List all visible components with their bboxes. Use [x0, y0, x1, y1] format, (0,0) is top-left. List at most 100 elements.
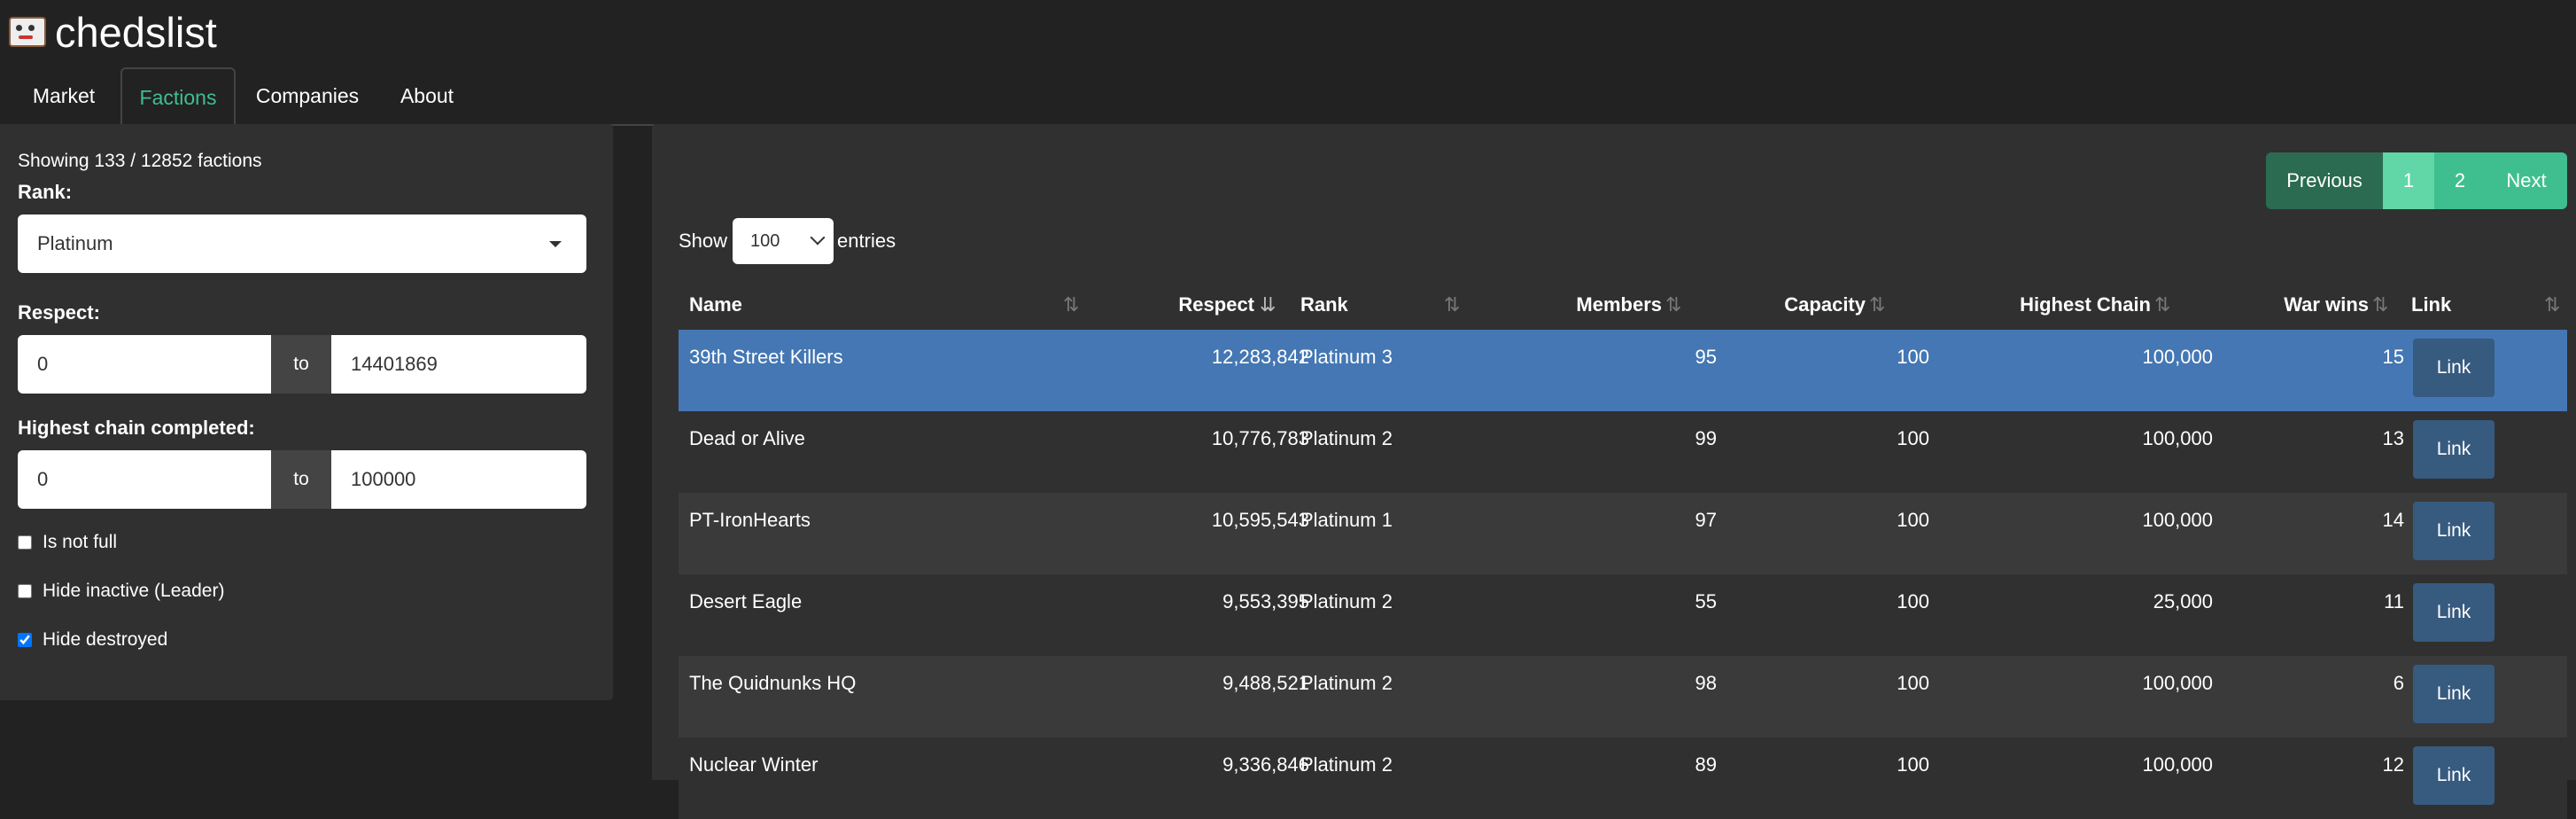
hide-inactive-checkbox[interactable] [18, 584, 32, 598]
nav-tabs: Market Factions Companies About [0, 67, 2576, 126]
hide-destroyed-label: Hide destroyed [43, 629, 168, 650]
tab-about[interactable]: About [383, 67, 471, 124]
cell-highest-chain: 25,000 [2153, 590, 2213, 612]
chevron-down-icon [810, 230, 826, 246]
respect-max-input[interactable] [331, 335, 586, 394]
faction-link-button[interactable]: Link [2413, 583, 2495, 642]
cell-highest-chain: 100,000 [2142, 509, 2213, 531]
cell-members: 55 [1695, 590, 1717, 612]
sort-icon[interactable]: ⇅ [2372, 280, 2388, 330]
previous-page-button[interactable]: Previous [2266, 152, 2383, 209]
sort-icon[interactable]: ⇅ [1665, 280, 1681, 330]
column-header-war-wins[interactable]: War wins [2184, 280, 2369, 330]
rank-select[interactable]: Platinum [18, 214, 586, 273]
cell-respect: 9,553,395 [1222, 590, 1309, 612]
column-header-name[interactable]: Name [689, 280, 742, 330]
hide-destroyed-option[interactable]: Hide destroyed [18, 629, 167, 651]
table-row[interactable]: Nuclear Winter 9,336,846 Platinum 2 89 100 10… [679, 737, 2567, 819]
cell-respect: 9,488,521 [1222, 672, 1309, 694]
page-1-button[interactable]: 1 [2383, 152, 2434, 209]
column-header-members[interactable]: Members [1476, 280, 1662, 330]
cell-war-wins: 11 [2384, 590, 2404, 612]
sort-icon[interactable]: ⇅ [2154, 280, 2170, 330]
cell-respect: 12,283,842 [1211, 346, 1309, 368]
entries-label: entries [837, 230, 896, 252]
respect-label: Respect: [18, 301, 100, 324]
cell-rank: Platinum 2 [1300, 427, 1393, 449]
cell-rank: Platinum 3 [1300, 346, 1393, 368]
cell-rank: Platinum 1 [1300, 509, 1393, 531]
cell-capacity: 100 [1897, 427, 1929, 449]
not-full-option[interactable]: Is not full [18, 532, 117, 553]
column-header-capacity[interactable]: Capacity [1697, 280, 1866, 330]
chain-to-label: to [271, 450, 331, 509]
hide-inactive-label: Hide inactive (Leader) [43, 581, 225, 601]
cell-highest-chain: 100,000 [2142, 427, 2213, 449]
chain-max-input[interactable] [331, 450, 586, 509]
page-2-button[interactable]: 2 [2434, 152, 2486, 209]
cell-rank: Platinum 2 [1300, 590, 1393, 612]
cell-war-wins: 15 [2382, 346, 2404, 368]
faction-link-button[interactable]: Link [2413, 665, 2495, 723]
cell-respect: 10,776,783 [1211, 427, 1309, 449]
chain-range: to [18, 450, 586, 509]
filter-panel [0, 124, 613, 700]
column-header-respect[interactable]: Respect [1095, 280, 1254, 330]
sort-active-icon[interactable]: ⇊ [1260, 280, 1276, 330]
hide-destroyed-checkbox[interactable] [18, 633, 32, 647]
cell-war-wins: 13 [2382, 427, 2404, 449]
brand[interactable]: chedslist [9, 4, 217, 60]
not-full-checkbox[interactable] [18, 535, 32, 550]
column-header-link[interactable]: Link [2411, 280, 2451, 330]
faction-link-button[interactable]: Link [2413, 746, 2495, 805]
chain-min-input[interactable] [18, 450, 271, 509]
cell-capacity: 100 [1897, 346, 1929, 368]
respect-to-label: to [271, 335, 331, 394]
entries-select[interactable]: 100 [733, 218, 834, 264]
cell-rank: Platinum 2 [1300, 753, 1393, 776]
table-row[interactable]: Desert Eagle 9,553,395 Platinum 2 55 100 25,0… [679, 574, 2567, 656]
sort-icon[interactable]: ⇅ [2544, 280, 2560, 330]
faction-link-button[interactable]: Link [2413, 420, 2495, 479]
respect-min-input[interactable] [18, 335, 271, 394]
column-header-highest-chain[interactable]: Highest Chain [1901, 280, 2151, 330]
table-row[interactable]: PT-IronHearts 10,595,543 Platinum 1 97 100 10… [679, 493, 2567, 574]
cell-name: 39th Street Killers [689, 346, 843, 368]
table-row[interactable]: Dead or Alive 10,776,783 Platinum 2 99 100 10… [679, 411, 2567, 493]
cell-name: Desert Eagle [689, 590, 803, 612]
column-header-rank[interactable]: Rank [1300, 280, 1348, 330]
cell-members: 98 [1695, 672, 1717, 694]
entries-control: Show 100 entries [679, 218, 896, 264]
sort-icon[interactable]: ⇅ [1063, 280, 1079, 330]
table-header: Name ⇅ Respect ⇊ Rank ⇅ Members ⇅ Capaci… [679, 280, 2567, 330]
cell-members: 95 [1695, 346, 1717, 368]
sort-icon[interactable]: ⇅ [1869, 280, 1885, 330]
sort-icon[interactable]: ⇅ [1444, 280, 1460, 330]
faction-link-button[interactable]: Link [2413, 339, 2495, 397]
cell-members: 89 [1695, 753, 1717, 776]
cell-name: Nuclear Winter [689, 753, 819, 776]
cell-members: 99 [1695, 427, 1717, 449]
rank-label: Rank: [18, 181, 73, 203]
cell-rank: Platinum 2 [1300, 672, 1393, 694]
cell-highest-chain: 100,000 [2142, 672, 2213, 694]
table-row[interactable]: 39th Street Killers 12,283,842 Platinum 3 9… [679, 330, 2567, 411]
cell-name: PT-IronHearts [689, 509, 811, 531]
respect-range: to [18, 335, 586, 394]
hide-inactive-option[interactable]: Hide inactive (Leader) [18, 581, 224, 602]
cell-highest-chain: 100,000 [2142, 346, 2213, 368]
tab-companies[interactable]: Companies [248, 67, 367, 124]
tab-market[interactable]: Market [14, 67, 113, 124]
next-page-button[interactable]: Next [2486, 152, 2567, 209]
cell-respect: 9,336,846 [1222, 753, 1309, 776]
brand-name: chedslist [55, 8, 217, 56]
show-label: Show [679, 230, 728, 252]
table-row[interactable]: The Quidnunks HQ 9,488,521 Platinum 2 98 100… [679, 656, 2567, 737]
rank-select-value: Platinum [37, 232, 113, 254]
cell-capacity: 100 [1897, 672, 1929, 694]
cell-highest-chain: 100,000 [2142, 753, 2213, 776]
faction-link-button[interactable]: Link [2413, 502, 2495, 560]
tab-factions[interactable]: Factions [120, 67, 236, 126]
cell-capacity: 100 [1897, 590, 1929, 612]
cell-war-wins: 14 [2382, 509, 2404, 531]
